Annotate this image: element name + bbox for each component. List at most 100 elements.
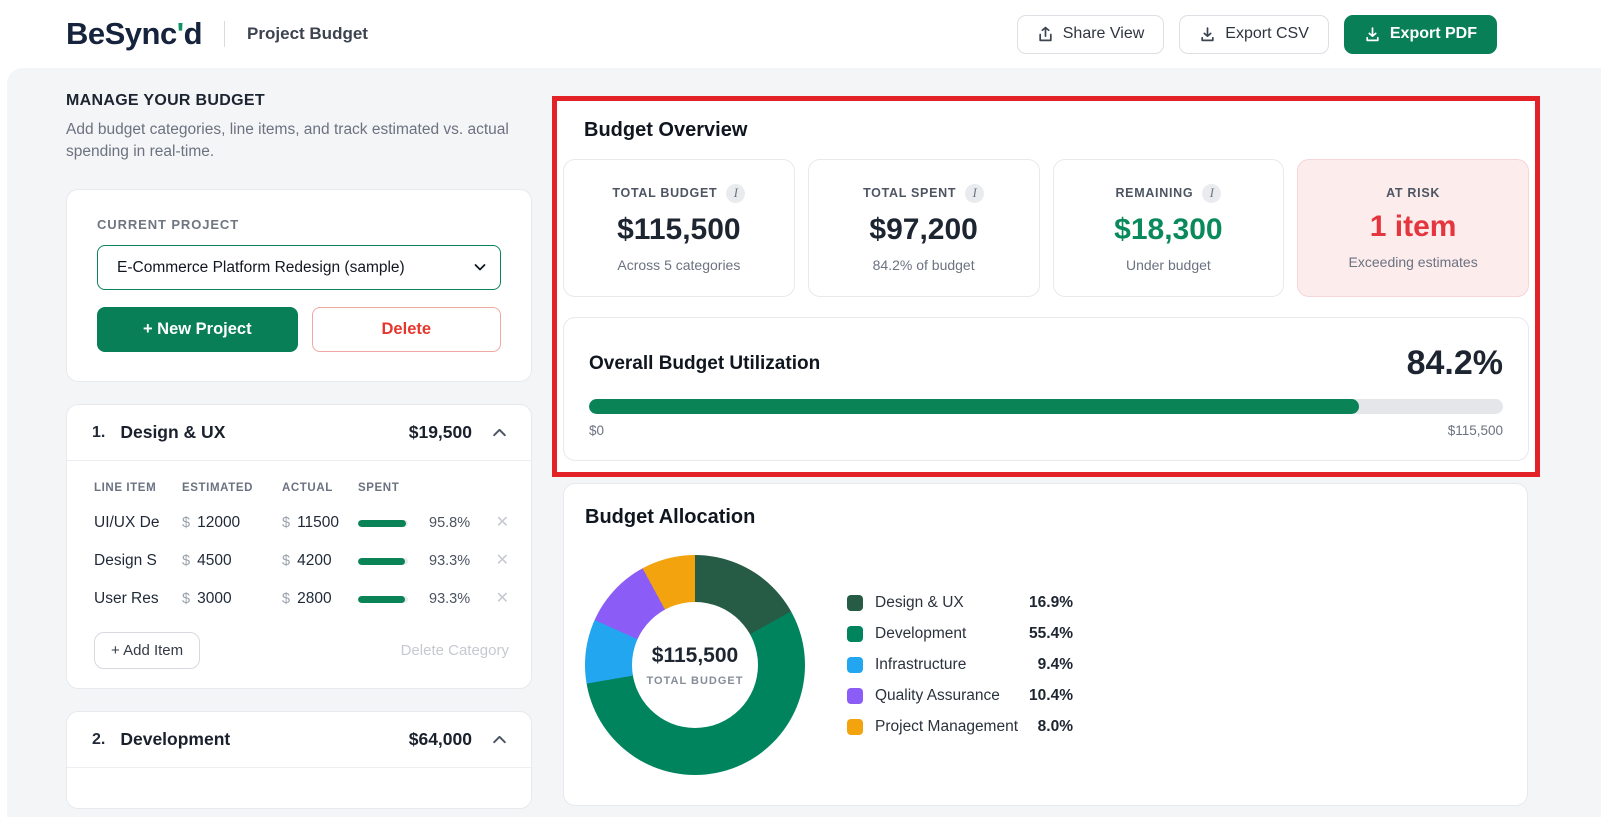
current-project-label: CURRENT PROJECT [97, 217, 240, 232]
stat-value: $18,300 [1114, 212, 1223, 246]
legend-label: Development [875, 625, 967, 642]
legend-swatch [847, 595, 863, 611]
utilization-title: Overall Budget Utilization [589, 352, 821, 374]
stat-card-remaining: REMAINING I $18,300 Under budget [1052, 159, 1285, 297]
category-header[interactable]: 2. Development $64,000 [67, 712, 531, 767]
legend-value: 10.4% [1029, 687, 1073, 704]
legend-swatch [847, 657, 863, 673]
category-card-development: 2. Development $64,000 [66, 711, 532, 809]
legend-value: 8.0% [1037, 718, 1073, 735]
category-index: 1. [92, 423, 106, 441]
share-icon [1037, 26, 1054, 43]
legend-item: Design & UX 16.9% [847, 594, 1073, 612]
utilization-card: Overall Budget Utilization 84.2% $0 $115… [563, 317, 1529, 461]
export-csv-button[interactable]: Export CSV [1179, 14, 1329, 54]
actual-input[interactable] [297, 552, 356, 570]
utilization-progress-bar [589, 399, 1503, 414]
page-body: MANAGE YOUR BUDGET Add budget categories… [7, 68, 1601, 817]
donut-center: $115,500 TOTAL BUDGET [632, 602, 758, 728]
legend-item: Infrastructure 9.4% [847, 656, 1073, 674]
current-project-card: CURRENT PROJECT E-Commerce Platform Rede… [66, 189, 532, 382]
chart-legend: Design & UX 16.9% Development 55.4% Infr… [847, 555, 1073, 775]
stat-value: 1 item [1369, 210, 1457, 243]
legend-item: Quality Assurance 10.4% [847, 687, 1073, 705]
actual-input[interactable] [297, 514, 356, 532]
legend-value: 55.4% [1029, 625, 1073, 642]
new-project-button[interactable]: + New Project [97, 307, 298, 352]
stat-value: $115,500 [617, 212, 741, 246]
actual-input[interactable] [297, 590, 356, 608]
estimated-input[interactable] [197, 590, 260, 608]
info-icon[interactable]: I [1202, 183, 1222, 203]
line-item-name-input[interactable] [94, 590, 164, 608]
line-item-table-header: LINE ITEM ESTIMATED ACTUAL SPENT [94, 482, 509, 494]
currency-symbol: $ [182, 553, 191, 569]
share-view-button[interactable]: Share View [1016, 14, 1165, 54]
app-logo: BeSync'd [66, 16, 203, 51]
chevron-up-icon [492, 425, 507, 440]
budget-allocation-title: Budget Allocation [585, 506, 756, 528]
legend-item: Project Management 8.0% [847, 718, 1073, 736]
category-header[interactable]: 1. Design & UX $19,500 [67, 405, 531, 460]
project-select[interactable]: E-Commerce Platform Redesign (sample) [97, 245, 501, 290]
spent-progress-bar [358, 519, 408, 527]
budget-allocation-card: Budget Allocation $115,500 TOTAL BUDGET … [563, 483, 1528, 806]
stat-label: TOTAL SPENT [863, 186, 957, 200]
collapse-category-button[interactable] [490, 423, 509, 442]
spent-percent: 95.8% [429, 515, 471, 531]
page-title: Project Budget [247, 24, 368, 43]
highlight-annotation-box: Budget Overview TOTAL BUDGET I $115,500 … [552, 96, 1540, 477]
budget-overview-title: Budget Overview [584, 119, 748, 141]
estimated-input[interactable] [197, 552, 260, 570]
remove-line-item-button[interactable]: ✕ [496, 591, 509, 607]
legend-value: 9.4% [1037, 656, 1073, 673]
category-total: $64,000 [408, 729, 472, 749]
currency-symbol: $ [282, 553, 291, 569]
sidebar-description: Add budget categories, line items, and t… [66, 121, 509, 160]
line-item-name-input[interactable] [94, 552, 164, 570]
collapse-category-button[interactable] [490, 730, 509, 749]
utilization-progress-fill [589, 399, 1359, 414]
currency-symbol: $ [282, 515, 291, 531]
delete-project-button[interactable]: Delete [311, 307, 501, 352]
stat-cards-row: TOTAL BUDGET I $115,500 Across 5 categor… [563, 159, 1529, 297]
spent-progress-bar [358, 557, 408, 565]
remove-line-item-button[interactable]: ✕ [496, 515, 509, 531]
utilization-max-label: $115,500 [1447, 423, 1503, 438]
stat-card-at-risk: AT RISK 1 item Exceeding estimates [1297, 159, 1529, 297]
export-pdf-button[interactable]: Export PDF [1343, 14, 1497, 54]
spent-percent: 93.3% [429, 553, 471, 569]
legend-swatch [847, 688, 863, 704]
category-name: Development [120, 729, 231, 749]
info-icon[interactable]: I [965, 183, 985, 203]
stat-subtext: 84.2% of budget [872, 256, 975, 273]
category-total: $19,500 [408, 422, 472, 442]
chevron-up-icon [492, 732, 507, 747]
sidebar: MANAGE YOUR BUDGET Add budget categories… [66, 92, 532, 809]
add-item-button[interactable]: + Add Item [94, 632, 201, 669]
line-item-name-input[interactable] [94, 514, 164, 532]
currency-symbol: $ [182, 591, 191, 607]
stat-subtext: Exceeding estimates [1348, 254, 1478, 270]
sidebar-heading: MANAGE YOUR BUDGET [66, 92, 265, 109]
download-icon [1364, 26, 1381, 43]
legend-swatch [847, 719, 863, 735]
stat-label: REMAINING [1115, 186, 1194, 200]
currency-symbol: $ [282, 591, 291, 607]
stat-value: $97,200 [869, 212, 978, 246]
spent-progress-bar [358, 595, 408, 603]
col-line-item: LINE ITEM [94, 482, 157, 494]
legend-value: 16.9% [1029, 594, 1073, 611]
estimated-input[interactable] [197, 514, 260, 532]
main-content: Budget Overview TOTAL BUDGET I $115,500 … [552, 92, 1540, 806]
stat-subtext: Across 5 categories [617, 256, 741, 273]
legend-label: Quality Assurance [875, 687, 1000, 704]
stat-card-total-spent: TOTAL SPENT I $97,200 84.2% of budget [807, 159, 1040, 297]
utilization-min-label: $0 [589, 423, 605, 438]
remove-line-item-button[interactable]: ✕ [496, 553, 509, 569]
info-icon[interactable]: I [726, 183, 746, 203]
delete-category-button[interactable]: Delete Category [401, 642, 509, 659]
donut-center-value: $115,500 [651, 643, 739, 667]
col-spent: SPENT [358, 482, 400, 494]
donut-center-label: TOTAL BUDGET [646, 674, 744, 687]
